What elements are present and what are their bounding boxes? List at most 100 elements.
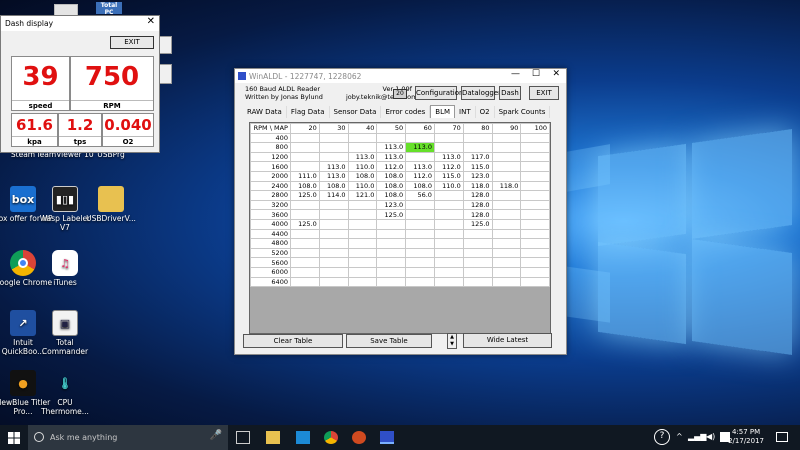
network-icon[interactable]: ▂▄▆ — [688, 432, 706, 441]
blm-cell[interactable] — [433, 199, 464, 211]
blm-cell[interactable] — [520, 218, 550, 230]
blm-cell[interactable] — [520, 257, 550, 268]
blm-cell[interactable] — [405, 228, 435, 240]
blm-cell[interactable]: 108.0 — [405, 180, 435, 192]
blm-cell[interactable] — [491, 209, 522, 220]
spin-down-icon[interactable]: ▼ — [448, 341, 456, 348]
blm-cell[interactable] — [347, 238, 378, 249]
blm-cell[interactable] — [491, 161, 522, 172]
desktop-icon-cputhermometer[interactable]: 🌡 CPU Thermome... — [34, 370, 96, 417]
tab-sensor-data[interactable]: Sensor Data — [330, 106, 382, 118]
blm-cell[interactable]: 108.0 — [376, 170, 407, 182]
blm-cell[interactable] — [491, 170, 522, 182]
clear-table-button[interactable]: Clear Table — [243, 334, 343, 348]
blm-cell[interactable] — [520, 132, 550, 144]
blm-cell[interactable]: 112.0 — [405, 170, 435, 182]
blm-cell[interactable] — [289, 266, 320, 278]
blm-cell[interactable] — [405, 266, 435, 278]
blm-cell[interactable]: 125.0 — [289, 218, 320, 230]
blm-cell[interactable] — [289, 151, 320, 163]
desktop-icon-usbdriver[interactable]: USBDriverV... — [80, 186, 142, 223]
blm-cell[interactable]: 113.0 — [405, 161, 435, 172]
desktop-icon-fragment[interactable]: Total PC — [96, 2, 122, 16]
blm-cell[interactable] — [433, 266, 464, 278]
blm-cell[interactable] — [520, 161, 550, 172]
blm-cell[interactable] — [318, 257, 349, 268]
tab-error-codes[interactable]: Error codes — [381, 106, 431, 118]
blm-cell[interactable] — [405, 199, 435, 211]
blm-cell[interactable] — [289, 247, 320, 259]
blm-cell[interactable] — [491, 199, 522, 211]
blm-cell[interactable] — [433, 209, 464, 220]
blm-cell[interactable] — [318, 132, 349, 144]
blm-cell[interactable] — [520, 247, 550, 259]
blm-cell[interactable] — [289, 238, 320, 249]
blm-cell[interactable] — [347, 132, 378, 144]
tab-flag-data[interactable]: Flag Data — [287, 106, 330, 118]
blm-cell[interactable] — [318, 218, 349, 230]
clock[interactable]: 4:57 PM 2/17/2017 — [728, 425, 764, 450]
blm-cell[interactable] — [376, 257, 407, 268]
blm-cell[interactable] — [491, 266, 522, 278]
blm-cell[interactable] — [462, 276, 493, 288]
blm-cell[interactable]: 128.0 — [462, 190, 493, 201]
tab-spark-counts[interactable]: Spark Counts — [495, 106, 551, 118]
blm-cell[interactable] — [347, 199, 378, 211]
blm-cell[interactable] — [405, 151, 435, 163]
blm-cell[interactable] — [405, 209, 435, 220]
blm-cell[interactable] — [491, 142, 522, 153]
winaldl-taskbar-icon[interactable] — [380, 431, 394, 444]
blm-cell[interactable] — [491, 228, 522, 240]
blm-cell[interactable] — [376, 238, 407, 249]
blm-cell[interactable]: 114.0 — [318, 190, 349, 201]
dash-exit-button[interactable]: EXIT — [110, 36, 154, 49]
notifications-icon[interactable] — [776, 432, 788, 442]
help-icon[interactable]: ? — [654, 429, 670, 445]
blm-cell[interactable] — [462, 142, 493, 153]
blm-cell[interactable]: 113.0 — [376, 142, 407, 153]
blm-cell[interactable] — [405, 132, 435, 144]
blm-cell[interactable] — [318, 142, 349, 153]
blm-cell[interactable]: 128.0 — [462, 199, 493, 211]
blm-cell[interactable]: 113.0 — [376, 151, 407, 163]
tab-raw-data[interactable]: RAW Data — [243, 106, 287, 118]
blm-cell[interactable]: 108.0 — [318, 180, 349, 192]
blm-cell[interactable] — [433, 238, 464, 249]
blm-cell[interactable] — [289, 228, 320, 240]
blm-cell[interactable] — [520, 180, 550, 192]
blm-cell[interactable] — [491, 190, 522, 201]
blm-cell[interactable] — [520, 266, 550, 278]
blm-cell[interactable] — [318, 276, 349, 288]
blm-cell[interactable]: 56.0 — [405, 190, 435, 201]
blm-cell[interactable] — [491, 238, 522, 249]
blm-cell[interactable] — [462, 238, 493, 249]
blm-cell[interactable]: 117.0 — [462, 151, 493, 163]
file-explorer-icon[interactable] — [266, 431, 280, 444]
blm-cell[interactable] — [520, 142, 550, 153]
blm-cell[interactable] — [433, 228, 464, 240]
blm-cell[interactable] — [289, 132, 320, 144]
blm-cell[interactable]: 108.0 — [376, 190, 407, 201]
blm-cell[interactable] — [376, 247, 407, 259]
blm-cell[interactable] — [462, 132, 493, 144]
tab-o2[interactable]: O2 — [476, 106, 495, 118]
close-icon[interactable]: ✕ — [552, 69, 560, 79]
blm-cell[interactable]: 123.0 — [376, 199, 407, 211]
blm-cell[interactable]: 121.0 — [347, 190, 378, 201]
datalogger-button[interactable]: Datalogger — [461, 86, 501, 100]
blm-cell[interactable] — [433, 132, 464, 144]
blm-cell[interactable] — [347, 218, 378, 230]
task-view-icon[interactable] — [236, 431, 250, 444]
blm-cell[interactable] — [462, 247, 493, 259]
blm-cell[interactable]: 108.0 — [289, 180, 320, 192]
maximize-icon[interactable]: ☐ — [532, 69, 540, 79]
blm-cell[interactable] — [318, 199, 349, 211]
start-button[interactable] — [0, 425, 28, 450]
blm-cell[interactable] — [289, 276, 320, 288]
blm-cell[interactable] — [491, 132, 522, 144]
configuration-button[interactable]: Configuration — [415, 86, 463, 100]
blm-cell[interactable] — [491, 218, 522, 230]
tab-int[interactable]: INT — [455, 106, 476, 118]
microphone-icon[interactable]: 🎤 — [210, 430, 222, 441]
blm-cell[interactable] — [347, 257, 378, 268]
